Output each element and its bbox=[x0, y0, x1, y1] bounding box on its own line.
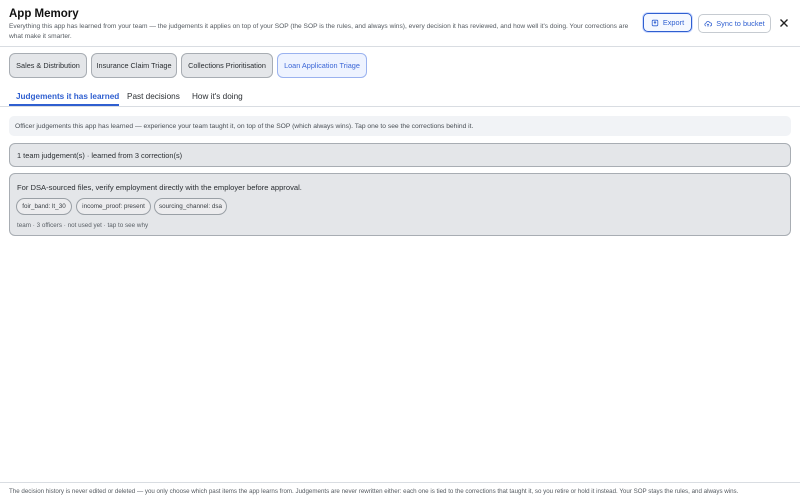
condition-chip: income_proof: present bbox=[76, 198, 151, 215]
sync-button-label: Sync to bucket bbox=[716, 19, 765, 28]
app-tab-sales-distribution[interactable]: Sales & Distribution bbox=[9, 53, 87, 78]
app-tab-label: Collections Prioritisation bbox=[188, 61, 266, 70]
tab-judgements[interactable]: Judgements it has learned bbox=[16, 86, 119, 106]
sync-to-bucket-button[interactable]: Sync to bucket bbox=[698, 14, 771, 33]
tab-label: How it's doing bbox=[192, 91, 243, 101]
app-tab-collections-prioritisation[interactable]: Collections Prioritisation bbox=[181, 53, 273, 78]
tab-how-its-doing[interactable]: How it's doing bbox=[192, 86, 243, 106]
condition-chip: foir_band: lt_30 bbox=[16, 198, 72, 215]
export-button-label: Export bbox=[662, 18, 685, 27]
export-icon bbox=[651, 19, 659, 26]
judgement-summary: 1 team judgement(s) · learned from 3 cor… bbox=[9, 143, 791, 167]
judgement-text: For DSA-sourced files, verify employment… bbox=[17, 183, 302, 192]
close-button[interactable] bbox=[777, 16, 791, 30]
tab-label: Past decisions bbox=[127, 91, 180, 101]
app-tab-label: Loan Application Triage bbox=[284, 61, 360, 70]
cloud-upload-icon bbox=[704, 20, 713, 27]
footer-note: The decision history is never edited or … bbox=[9, 488, 739, 495]
page-title: App Memory bbox=[9, 8, 79, 20]
app-tab-insurance-claim-triage[interactable]: Insurance Claim Triage bbox=[91, 53, 177, 78]
condition-chip: sourcing_channel: dsa bbox=[154, 198, 227, 215]
close-icon bbox=[780, 19, 788, 27]
header: App Memory Everything this app has learn… bbox=[0, 0, 800, 47]
tabs-divider bbox=[0, 106, 800, 107]
tab-past-decisions[interactable]: Past decisions bbox=[127, 86, 180, 106]
tab-label: Judgements it has learned bbox=[16, 91, 120, 101]
footer: The decision history is never edited or … bbox=[0, 482, 800, 500]
info-banner: Officer judgements this app has learned … bbox=[9, 116, 791, 136]
page-subtitle: Everything this app has learned from you… bbox=[9, 23, 629, 40]
judgement-meta: team · 3 officers · not used yet · tap t… bbox=[17, 222, 149, 229]
app-tab-label: Insurance Claim Triage bbox=[96, 61, 172, 70]
judgement-card[interactable]: For DSA-sourced files, verify employment… bbox=[9, 173, 791, 236]
app-tab-loan-application-triage[interactable]: Loan Application Triage bbox=[277, 53, 367, 78]
app-tab-label: Sales & Distribution bbox=[16, 61, 80, 70]
export-button[interactable]: Export bbox=[643, 13, 692, 32]
